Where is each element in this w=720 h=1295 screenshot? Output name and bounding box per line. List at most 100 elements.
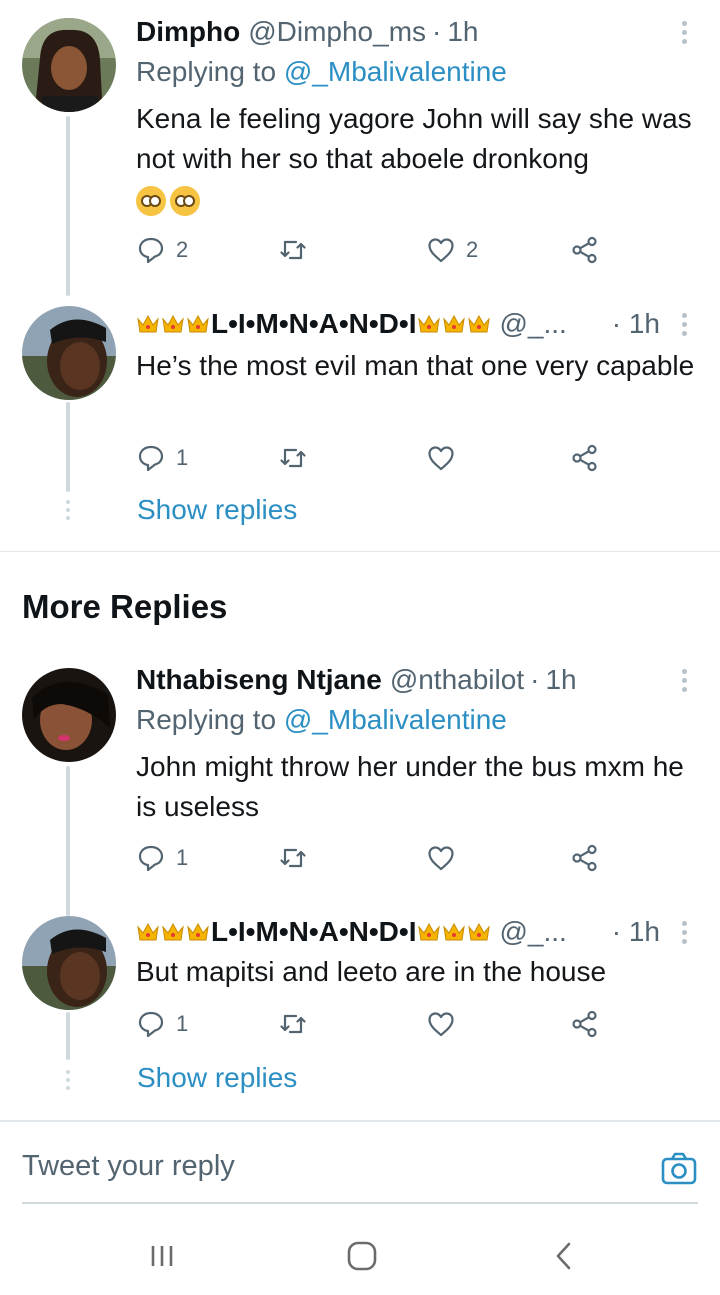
timestamp[interactable]: · 1h [612,916,660,948]
crown-icon [442,314,465,333]
thread-continuation-dots [66,1070,70,1090]
handle[interactable]: @nthabilot [390,664,524,696]
tweet-actions: 1 [136,840,616,876]
share-button[interactable] [570,1006,600,1042]
handle[interactable]: @_... [500,916,567,948]
timestamp[interactable]: · 1h [612,308,660,340]
separator-dot: · [611,308,629,339]
recent-apps-button[interactable] [142,1236,182,1276]
share-button[interactable] [570,232,600,268]
mention-link[interactable]: @_Mbalivalentine [284,704,507,735]
system-navigation-bar [0,1212,720,1295]
mention-link[interactable]: @_Mbalivalentine [284,56,507,87]
reply-input[interactable]: Tweet your reply [22,1150,235,1183]
retweet-button[interactable] [278,1006,308,1042]
retweet-button[interactable] [278,232,308,268]
thread-line [66,402,70,492]
divider [0,551,720,552]
tweet-text-content: He’s the most evil man that one very cap… [136,350,695,381]
pleading-face-icon [170,185,200,216]
reply-icon [138,845,164,872]
replying-label: Replying to [136,56,277,87]
replying-label: Replying to [136,704,277,735]
avatar[interactable] [22,18,116,112]
like-count: 2 [466,237,479,262]
avatar[interactable] [22,668,116,762]
tweet-actions: 1 [136,440,616,476]
share-button[interactable] [570,840,600,876]
retweet-button[interactable] [278,440,308,476]
like-button[interactable] [426,440,456,476]
more-vertical-icon[interactable] [674,662,694,698]
thread-line [66,766,70,916]
share-button[interactable] [570,440,600,476]
tweet-header: Dimpho @Dimpho_ms · 1h [136,14,660,50]
separator-dot: · [530,664,540,695]
tweet-text: But mapitsi and leeto are in the house [136,952,696,992]
camera-icon[interactable] [660,1150,698,1188]
show-replies-link[interactable]: Show replies [137,1062,297,1094]
more-vertical-icon[interactable] [674,306,694,342]
more-vertical-icon[interactable] [674,14,694,50]
tweet[interactable]: Dimpho @Dimpho_ms · 1h Replying to @_Mba… [0,0,720,296]
crown-emojis [136,313,211,335]
separator-dot: · [432,16,442,47]
crown-icon [467,314,490,333]
tweet-text-content: John might throw her under the bus mxm h… [136,751,684,822]
separator-dot: · [611,916,629,947]
like-button[interactable]: 2 [426,232,478,268]
retweet-icon [280,1014,306,1034]
reply-button[interactable]: 1 [136,1006,188,1042]
crown-icon [137,314,159,333]
like-button[interactable] [426,840,456,876]
thread-continuation-dots [66,500,70,520]
input-underline [22,1202,698,1204]
display-name[interactable]: Dimpho [136,16,240,48]
crown-icon [162,922,184,941]
retweet-button[interactable] [278,840,308,876]
tweet-actions: 1 [136,1006,616,1042]
section-title: More Replies [22,588,228,625]
display-name[interactable]: L•I•M•N•A•N•D•I [211,916,417,948]
back-button[interactable] [544,1236,584,1276]
crown-icon [162,314,184,333]
home-button[interactable] [342,1236,382,1276]
more-vertical-icon[interactable] [674,914,694,950]
tweet[interactable]: L•I•M•N•A•N•D•I @_... · 1h But mapitsi a… [0,900,720,1118]
timestamp[interactable]: 1h [545,664,576,696]
tweet[interactable]: Nthabiseng Ntjane @nthabilot · 1h Replyi… [0,650,720,916]
tweet-header: L•I•M•N•A•N•D•I @_... · 1h [136,914,660,950]
reply-button[interactable]: 1 [136,840,188,876]
show-replies-link[interactable]: Show replies [137,494,297,526]
tweet-text-content: But mapitsi and leeto are in the house [136,956,607,987]
reply-count: 1 [176,445,189,470]
timestamp[interactable]: 1h [447,16,478,48]
like-button[interactable] [426,1006,456,1042]
tweet-text: John might throw her under the bus mxm h… [136,747,696,827]
home-icon [347,1241,377,1271]
crown-icon [187,922,209,941]
handle[interactable]: @Dimpho_ms [248,16,426,48]
display-name[interactable]: Nthabiseng Ntjane [136,664,382,696]
display-name[interactable]: L•I•M•N•A•N•D•I [211,308,417,340]
tweet-header: L•I•M•N•A•N•D•I @_... · 1h [136,306,660,342]
reply-button[interactable]: 1 [136,440,188,476]
reply-icon [138,237,164,264]
tweet-text: Kena le feeling yagore John will say she… [136,99,696,219]
heart-icon [428,238,454,263]
share-icon [572,844,597,872]
tweet[interactable]: L•I•M•N•A•N•D•I @_... · 1h He’s the most… [0,290,720,552]
recent-apps-icon [151,1246,173,1266]
avatar[interactable] [22,306,116,400]
reply-count: 1 [176,845,189,870]
retweet-icon [280,448,306,468]
reply-count: 1 [176,1011,189,1036]
avatar[interactable] [22,916,116,1010]
tweet-text: He’s the most evil man that one very cap… [136,346,696,386]
tweet-text-content: Kena le feeling yagore John will say she… [136,103,692,174]
handle[interactable]: @_... [500,308,567,340]
timestamp-value: 1h [628,308,660,339]
crown-icon [417,314,440,333]
reply-button[interactable]: 2 [136,232,188,268]
reply-composer: Tweet your reply [0,1120,720,1212]
